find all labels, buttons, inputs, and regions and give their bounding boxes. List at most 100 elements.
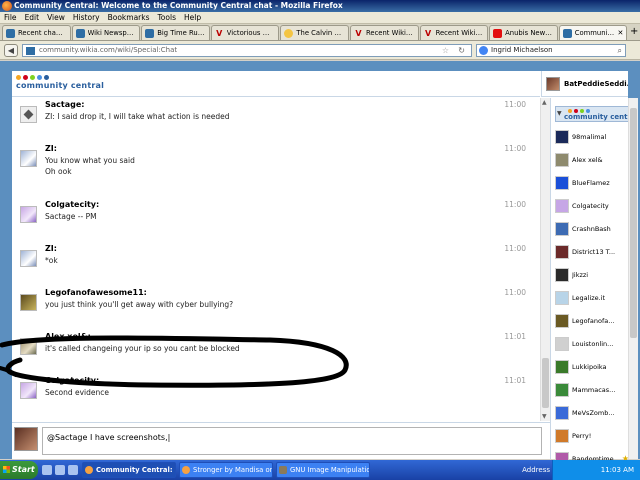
scrollbar-thumb[interactable] bbox=[542, 358, 549, 408]
clock[interactable]: 11:03 AM bbox=[601, 466, 634, 474]
user-name: BlueFlamez bbox=[572, 178, 610, 187]
message-time: 11:00 bbox=[504, 288, 526, 297]
message-time: 11:01 bbox=[504, 332, 526, 341]
avatar[interactable] bbox=[20, 382, 37, 399]
quick-launch-icon[interactable] bbox=[42, 465, 52, 475]
start-button[interactable]: Start bbox=[0, 461, 38, 479]
user-list-item[interactable]: Jikzzi bbox=[551, 263, 629, 286]
taskbar: Start Community Central: ... Stronger by… bbox=[0, 460, 640, 480]
message-time: 11:01 bbox=[504, 376, 526, 385]
avatar bbox=[555, 405, 569, 420]
avatar[interactable] bbox=[20, 338, 37, 355]
avatar bbox=[555, 152, 569, 167]
avatar[interactable] bbox=[20, 206, 37, 223]
message-text: you just think you'll get away with cybe… bbox=[45, 300, 234, 309]
user-name: Mammacas... bbox=[572, 385, 616, 394]
search-input[interactable]: Ingrid Michaelson ⌕ bbox=[476, 44, 626, 57]
site-identity-icon[interactable] bbox=[26, 47, 35, 55]
menu-edit[interactable]: Edit bbox=[25, 13, 40, 22]
menu-help[interactable]: Help bbox=[184, 13, 201, 22]
user-list-item[interactable]: BlueFlamez bbox=[551, 171, 629, 194]
collapse-icon[interactable]: ▼ bbox=[557, 110, 562, 117]
window-title: Community Central: Welcome to the Commun… bbox=[14, 1, 343, 10]
chat-input[interactable]: @Sactage I have screenshots,| bbox=[42, 427, 542, 455]
chat-input-area: @Sactage I have screenshots,| bbox=[12, 422, 550, 459]
google-icon[interactable] bbox=[479, 46, 488, 55]
scroll-down-icon[interactable]: ▼ bbox=[542, 413, 547, 420]
user-list-item[interactable]: District13 T... bbox=[551, 240, 629, 263]
tab-anubis-news[interactable]: Anubis News W... bbox=[489, 25, 558, 40]
search-icon[interactable]: ⌕ bbox=[618, 45, 622, 56]
avatar bbox=[555, 428, 569, 443]
message-time: 11:00 bbox=[504, 244, 526, 253]
user-name: Jikzzi bbox=[572, 270, 589, 279]
current-user-box[interactable]: BatPeddieSeddi... bbox=[541, 71, 628, 97]
tab-wiki-newspaper[interactable]: Wiki Newspape... bbox=[71, 25, 141, 40]
message-user[interactable]: ZI: bbox=[45, 144, 57, 153]
message-user[interactable]: ZI: bbox=[45, 244, 57, 253]
reload-icon[interactable]: ↻ bbox=[458, 45, 465, 56]
tab-big-time-rush[interactable]: Big Time Rush ... bbox=[141, 25, 210, 40]
menu-view[interactable]: View bbox=[47, 13, 65, 22]
user-list-item[interactable]: Alex xel& bbox=[551, 148, 629, 171]
user-list-item[interactable]: Perry! bbox=[551, 424, 629, 447]
message-user[interactable]: Legofanofawesome11: bbox=[45, 288, 147, 297]
tab-bar: Recent change... Wiki Newspape... Big Ti… bbox=[0, 24, 640, 41]
menu-bookmarks[interactable]: Bookmarks bbox=[108, 13, 150, 22]
menu-tools[interactable]: Tools bbox=[158, 13, 176, 22]
user-list-item[interactable]: CrashnBash bbox=[551, 217, 629, 240]
avatar[interactable] bbox=[20, 250, 37, 267]
avatar[interactable] bbox=[20, 106, 37, 123]
tab-recent-wiki-activity-2[interactable]: VRecent Wiki Ac... bbox=[419, 25, 489, 40]
scroll-up-icon[interactable]: ▲ bbox=[542, 99, 547, 106]
quick-launch-icon[interactable] bbox=[68, 465, 78, 475]
user-list-scrollbar[interactable] bbox=[628, 98, 638, 459]
tab-victorious-wiki[interactable]: VVictorious Wiki ... bbox=[210, 25, 280, 40]
victorious-icon: V bbox=[424, 28, 432, 38]
user-name: Legofanofa... bbox=[572, 316, 615, 325]
taskbar-stronger-button[interactable]: Stronger by Mandisa on V... bbox=[179, 462, 273, 478]
avatar[interactable] bbox=[20, 150, 37, 167]
user-list-item[interactable]: Legofanofa... bbox=[551, 309, 629, 332]
user-list-header[interactable]: ▼ community central bbox=[555, 106, 638, 122]
message-user[interactable]: Colgatecity: bbox=[45, 376, 99, 385]
message-scrollbar[interactable]: ▲ ▼ bbox=[540, 98, 550, 421]
user-list-item[interactable]: MeVsZomb... bbox=[551, 401, 629, 424]
bookmark-star-icon[interactable]: ☆ bbox=[442, 45, 449, 56]
message-user[interactable]: Alex xel&: bbox=[45, 332, 91, 341]
user-name: Legalize.it bbox=[572, 293, 606, 302]
back-button[interactable]: ◀ bbox=[4, 44, 18, 57]
tab-calvin[interactable]: The Calvin and ... bbox=[280, 25, 349, 40]
avatar bbox=[555, 244, 569, 259]
message-user[interactable]: Sactage: bbox=[45, 100, 84, 109]
user-list-item[interactable]: Mammacas... bbox=[551, 378, 629, 401]
url-bar[interactable]: community.wikia.com/wiki/Special:Chat ☆ … bbox=[22, 44, 472, 57]
avatar[interactable] bbox=[20, 294, 37, 311]
message-time: 11:00 bbox=[504, 100, 526, 109]
quick-launch-icon[interactable] bbox=[55, 465, 65, 475]
chat-message: Legofanofawesome11: you just think you'l… bbox=[12, 286, 540, 326]
user-list-item[interactable]: Colgatecity bbox=[551, 194, 629, 217]
user-list-item[interactable]: Legalize.it bbox=[551, 286, 629, 309]
tab-community-central[interactable]: Community C...✕ bbox=[558, 25, 628, 40]
close-icon[interactable]: ✕ bbox=[617, 29, 623, 37]
user-list-item[interactable]: 98malimal bbox=[551, 125, 629, 148]
address-label[interactable]: Address bbox=[522, 463, 550, 477]
taskbar-gimp-button[interactable]: GNU Image Manipulation ... bbox=[276, 462, 370, 478]
tab-recent-wiki-activity-1[interactable]: VRecent Wiki Ac... bbox=[349, 25, 419, 40]
tab-recent-changes[interactable]: Recent change... bbox=[2, 25, 71, 40]
user-name: Alex xel& bbox=[572, 155, 603, 164]
taskbar-firefox-button[interactable]: Community Central: ... bbox=[82, 462, 176, 478]
avatar bbox=[555, 129, 569, 144]
menu-history[interactable]: History bbox=[73, 13, 100, 22]
avatar bbox=[555, 290, 569, 305]
new-tab-button[interactable]: + bbox=[628, 25, 640, 40]
user-name: Colgatecity bbox=[572, 201, 609, 210]
user-list-item[interactable]: Lukkipoika bbox=[551, 355, 629, 378]
community-central-logo[interactable]: community central bbox=[16, 75, 104, 93]
wikia-icon bbox=[75, 28, 85, 38]
user-list-item[interactable]: Louistonlin... bbox=[551, 332, 629, 355]
menu-file[interactable]: File bbox=[4, 13, 17, 22]
message-user[interactable]: Colgatecity: bbox=[45, 200, 99, 209]
scrollbar-thumb[interactable] bbox=[630, 108, 637, 338]
